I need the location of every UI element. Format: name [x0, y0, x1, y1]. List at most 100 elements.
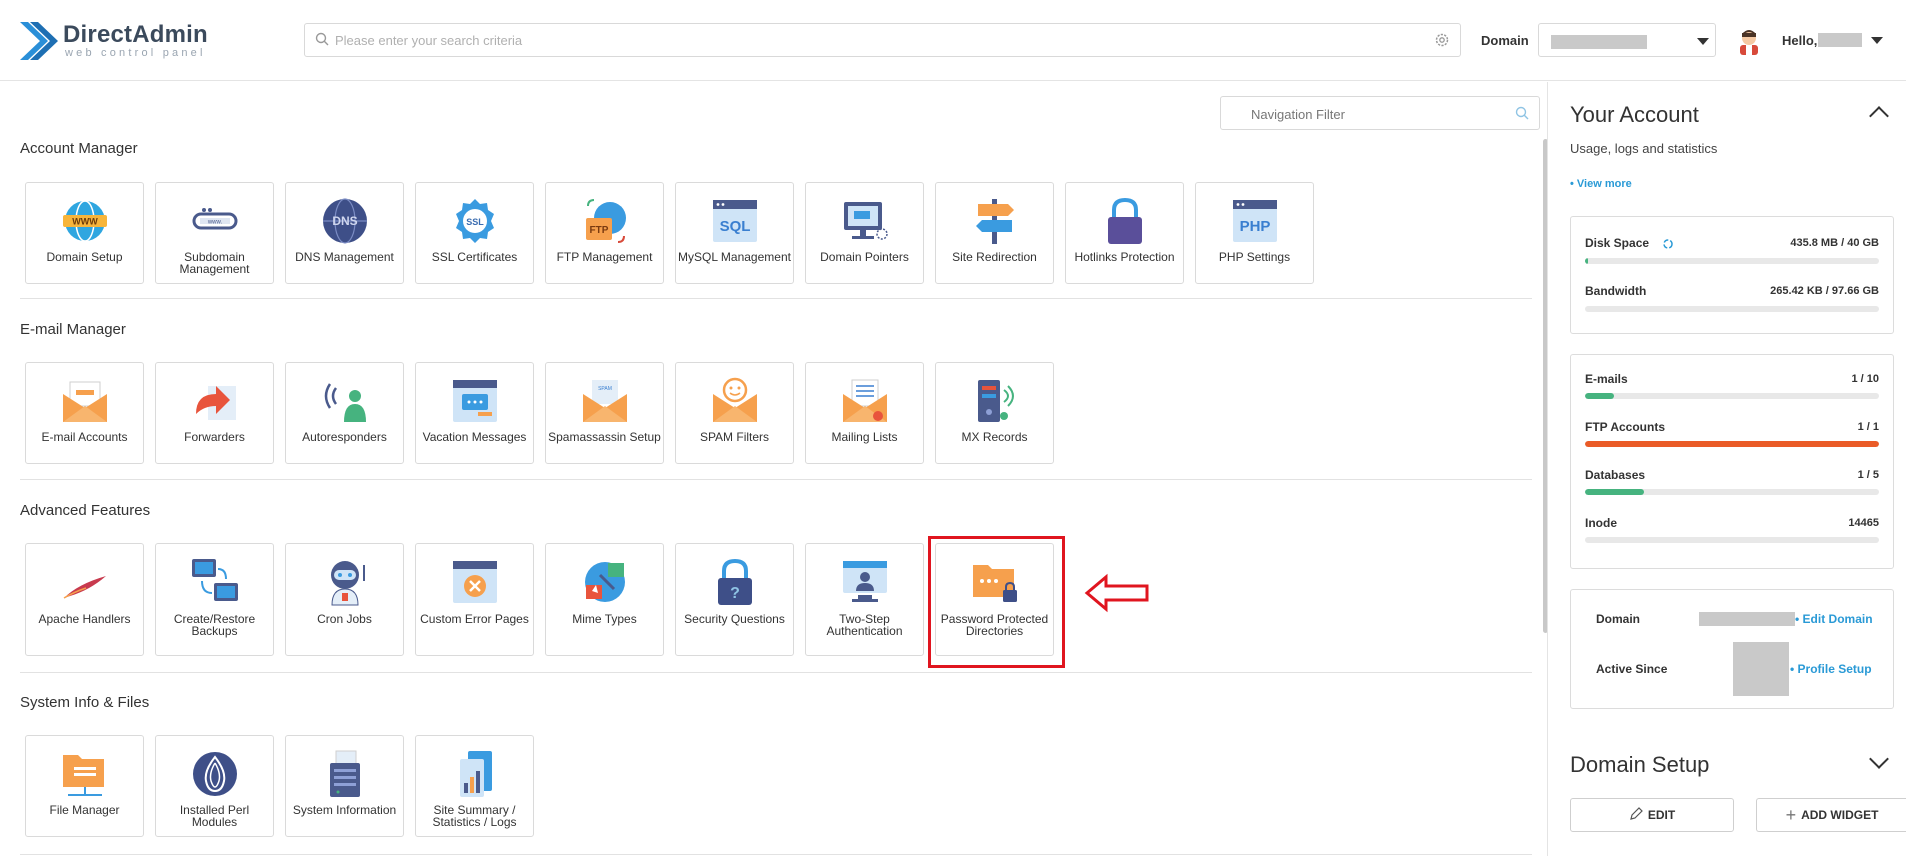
- chevron-down-icon[interactable]: [1869, 749, 1889, 769]
- svg-text:WWW: WWW: [72, 217, 98, 227]
- search-input[interactable]: [335, 30, 1415, 50]
- tile-dns-management[interactable]: DNS DNS Management: [285, 182, 404, 284]
- mailing-list-icon: [843, 379, 887, 422]
- ftp-accounts-label: FTP Accounts: [1585, 420, 1666, 434]
- user-menu-chevron-icon[interactable]: [1871, 37, 1883, 44]
- tile-spam-filters[interactable]: SPAM Filters: [675, 362, 794, 464]
- spam-filter-icon: [713, 377, 757, 422]
- tile-file-manager[interactable]: File Manager: [25, 735, 144, 837]
- tile-hotlinks-protection[interactable]: Hotlinks Protection: [1065, 182, 1184, 284]
- forward-icon: [196, 386, 236, 420]
- tile-mx-records[interactable]: MX Records: [935, 362, 1054, 464]
- search-icon: [1515, 106, 1529, 120]
- tile-autoresponders[interactable]: Autoresponders: [285, 362, 404, 464]
- tile-label: File Manager: [49, 803, 120, 817]
- tile-subdomain-management[interactable]: www. Subdomain Management: [155, 182, 274, 284]
- domain-info-label: Domain: [1596, 612, 1641, 626]
- ftp-accounts-bar: [1585, 441, 1879, 447]
- tile-custom-error-pages[interactable]: Custom Error Pages: [415, 543, 534, 656]
- username-redacted: [1818, 33, 1862, 47]
- emails-label: E-mails: [1585, 372, 1628, 386]
- tile-apache-handlers[interactable]: Apache Handlers: [25, 543, 144, 656]
- tile-label: Spamassassin Setup: [548, 430, 661, 444]
- tile-spamassassin-setup[interactable]: SPAM Spamassassin Setup: [545, 362, 664, 464]
- statistics-icon: [460, 751, 492, 797]
- section-title-advanced-features: Advanced Features: [20, 502, 151, 519]
- tile-mailing-lists[interactable]: Mailing Lists: [805, 362, 924, 464]
- tile-label: System Information: [292, 803, 397, 817]
- tile-site-redirection[interactable]: Site Redirection: [935, 182, 1054, 284]
- refresh-icon[interactable]: [1662, 238, 1674, 250]
- navigation-filter[interactable]: [1220, 96, 1540, 130]
- avatar[interactable]: [1736, 27, 1762, 55]
- svg-text:FTP: FTP: [590, 225, 609, 236]
- svg-text:SPAM: SPAM: [598, 386, 612, 392]
- tile-label: Forwarders: [184, 430, 245, 444]
- edit-button-label: EDIT: [1647, 808, 1676, 822]
- databases-bar: [1585, 489, 1879, 495]
- tile-mysql-management[interactable]: SQL MySQL Management: [675, 182, 794, 284]
- perl-onion-icon: [193, 752, 237, 796]
- tile-vacation-messages[interactable]: Vacation Messages: [415, 362, 534, 464]
- user-greeting: Hello,: [1782, 33, 1818, 48]
- globe-www-icon: WWW: [63, 200, 107, 242]
- mx-server-icon: [978, 380, 1014, 422]
- search-icon: [315, 32, 329, 46]
- tile-label: Two-Step Authentication: [826, 612, 903, 638]
- highlight-box: [928, 536, 1065, 668]
- tile-create-restore-backups[interactable]: Create/Restore Backups: [155, 543, 274, 656]
- domain-select[interactable]: [1538, 23, 1716, 57]
- autoresponder-icon: [324, 383, 366, 422]
- svg-text:DNS: DNS: [332, 214, 357, 228]
- profile-setup-link[interactable]: • Profile Setup: [1790, 662, 1872, 676]
- edit-button[interactable]: EDIT: [1570, 798, 1734, 832]
- tile-installed-perl-modules[interactable]: Installed Perl Modules: [155, 735, 274, 837]
- logo-subtitle: web control panel: [65, 47, 206, 59]
- tile-domain-setup[interactable]: WWW Domain Setup: [25, 182, 144, 284]
- disk-space-bar: [1585, 258, 1879, 264]
- monitor-pointer-icon: [844, 202, 888, 240]
- chevron-up-icon[interactable]: [1869, 106, 1889, 126]
- domain-label: Domain: [1481, 33, 1529, 48]
- view-more-link[interactable]: • View more: [1570, 178, 1632, 190]
- php-window-icon: PHP: [1233, 200, 1277, 242]
- tile-system-information[interactable]: System Information: [285, 735, 404, 837]
- add-widget-button[interactable]: + ADD WIDGET: [1756, 798, 1906, 832]
- navigation-filter-input[interactable]: [1251, 104, 1501, 124]
- databases-bar-fill: [1585, 489, 1644, 495]
- add-widget-button-label: ADD WIDGET: [1801, 808, 1879, 822]
- svg-text:PHP: PHP: [1240, 218, 1271, 235]
- section-divider: [20, 672, 1532, 673]
- tile-domain-pointers[interactable]: Domain Pointers: [805, 182, 924, 284]
- domain-value-redacted: [1699, 612, 1795, 626]
- section-divider: [20, 298, 1532, 299]
- edit-domain-link[interactable]: • Edit Domain: [1795, 612, 1873, 626]
- tile-site-summary-statistics-logs[interactable]: Site Summary / Statistics / Logs: [415, 735, 534, 837]
- lock-icon: [1108, 197, 1142, 244]
- tile-label: Autoresponders: [302, 430, 387, 444]
- tile-email-accounts[interactable]: E-mail Accounts: [25, 362, 144, 464]
- tile-security-questions[interactable]: ? Security Questions: [675, 543, 794, 656]
- databases-value: 1 / 5: [1857, 469, 1879, 481]
- sql-window-icon: SQL: [713, 200, 757, 242]
- tile-ftp-management[interactable]: FTP FTP Management: [545, 182, 664, 284]
- tile-cron-jobs[interactable]: Cron Jobs: [285, 543, 404, 656]
- tile-label: E-mail Accounts: [41, 430, 128, 444]
- directadmin-logo-icon: [20, 22, 58, 60]
- logo[interactable]: DirectAdmin web control panel: [18, 20, 218, 64]
- svg-text:www.: www.: [207, 220, 223, 226]
- active-since-redacted: [1733, 642, 1789, 696]
- global-search[interactable]: [304, 23, 1461, 57]
- tile-mime-types[interactable]: Mime Types: [545, 543, 664, 656]
- tile-ssl-certificates[interactable]: SSL SSL Certificates: [415, 182, 534, 284]
- limits-card: E-mails 1 / 10 FTP Accounts 1 / 1 Databa…: [1570, 354, 1894, 569]
- tile-label: MySQL Management: [678, 250, 791, 264]
- gear-icon[interactable]: [1434, 32, 1450, 48]
- tile-forwarders[interactable]: Forwarders: [155, 362, 274, 464]
- right-sidebar: Your Account Usage, logs and statistics …: [1547, 82, 1906, 856]
- tile-label: Domain Setup: [46, 250, 123, 264]
- tile-label: Domain Pointers: [820, 250, 909, 264]
- inode-value: 14465: [1848, 517, 1879, 529]
- tile-php-settings[interactable]: PHP PHP Settings: [1195, 182, 1314, 284]
- tile-two-step-authentication[interactable]: Two-Step Authentication: [805, 543, 924, 656]
